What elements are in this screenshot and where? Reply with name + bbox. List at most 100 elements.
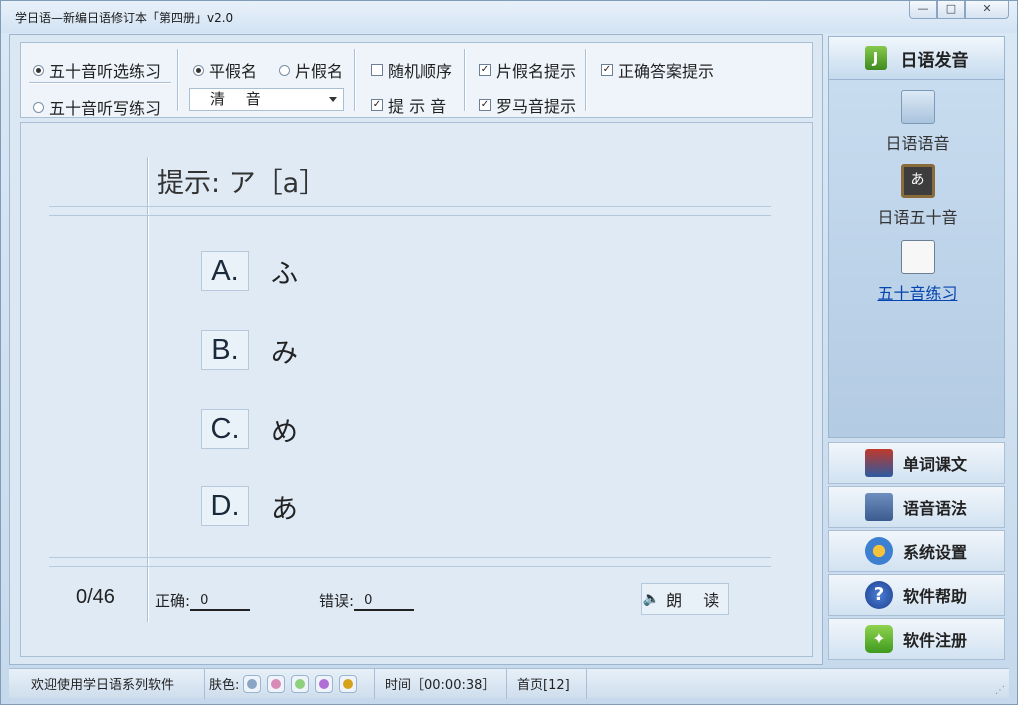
divider: [49, 557, 771, 567]
options-toolbar: 五十音听选练习 五十音听写练习 平假名 片假名 清 音 随机顺序 ✓ 提 示 音…: [20, 42, 813, 118]
divider: [585, 49, 587, 111]
status-bar: 欢迎使用学日语系列软件 肤色: 时间［00:00:38］ 首页[12] ⋰: [9, 668, 1009, 699]
checkbox-checked-icon: ✓: [479, 64, 491, 76]
vocab-lessons-label: 单词课文: [903, 455, 968, 474]
register-label: 软件注册: [903, 631, 968, 650]
hint-sound-checkbox[interactable]: ✓ 提 示 音: [371, 93, 446, 117]
settings-button[interactable]: 系统设置: [828, 530, 1005, 572]
romaji-hint-label: 罗马音提示: [496, 97, 577, 116]
sidebar-item-label: 日语语音: [885, 134, 950, 153]
wrong-stat: 错误: 0: [319, 590, 415, 611]
books-icon: [865, 449, 893, 477]
read-aloud-label: 朗 读: [666, 591, 728, 610]
choice-b-button[interactable]: B.: [201, 330, 249, 370]
sound-type-value: 清 音: [210, 90, 269, 108]
hint-sound-label: 提 示 音: [388, 97, 447, 116]
hiragana-radio[interactable]: 平假名: [193, 58, 257, 82]
choice-c-button[interactable]: C.: [201, 409, 249, 449]
progress-counter: 0/46: [76, 586, 115, 608]
blackboard-icon: あ: [900, 164, 935, 198]
wrong-label: 错误:: [319, 592, 355, 610]
skin-swatch-blue[interactable]: [243, 674, 262, 693]
random-order-checkbox[interactable]: 随机顺序: [371, 58, 452, 82]
choice-b[interactable]: B. み: [201, 330, 298, 370]
settings-label: 系统设置: [903, 543, 968, 562]
checkbox-icon: [371, 64, 383, 76]
sidebar-item-pronunciation[interactable]: 日语语音: [829, 90, 1006, 154]
radio-selected-icon: [33, 64, 44, 76]
title-bar: 学日语—新编日语修订本「第四册」v2.0 — □ ✕: [1, 1, 1017, 33]
maximize-button[interactable]: □: [937, 1, 965, 19]
skin-swatch-orange[interactable]: [339, 674, 358, 693]
time-display: 时间［00:00:38］: [375, 668, 507, 699]
radio-icon: [33, 101, 44, 113]
choice-d[interactable]: D. あ: [201, 486, 298, 526]
notebook-icon: [900, 90, 935, 124]
main-panel: 五十音听选练习 五十音听写练习 平假名 片假名 清 音 随机顺序 ✓ 提 示 音…: [9, 34, 823, 665]
radio-icon: [279, 64, 290, 76]
sidebar-item-gojuon[interactable]: あ 日语五十音: [829, 164, 1006, 228]
read-aloud-button[interactable]: 🔈 朗 读: [641, 583, 729, 615]
choice-c-kana: め: [271, 416, 298, 448]
correct-stat: 正确: 0: [155, 590, 251, 611]
answer-hint-checkbox[interactable]: ✓ 正确答案提示: [601, 58, 714, 82]
choice-a-kana: ふ: [271, 258, 298, 290]
app-window: 学日语—新编日语修订本「第四册」v2.0 — □ ✕ 五十音听选练习 五十音听写…: [0, 0, 1018, 705]
radio-selected-icon: [193, 64, 204, 76]
help-button[interactable]: ? 软件帮助: [828, 574, 1005, 616]
japanese-book-icon: J: [864, 46, 887, 70]
choice-b-kana: み: [271, 337, 298, 369]
welcome-text: 欢迎使用学日语系列软件: [9, 668, 205, 699]
audio-book-icon: [865, 493, 893, 521]
divider: [29, 82, 171, 84]
katakana-hint-checkbox[interactable]: ✓ 片假名提示: [479, 58, 576, 82]
vocab-lessons-button[interactable]: 单词课文: [828, 442, 1005, 484]
mode-write-label: 五十音听写练习: [49, 99, 162, 118]
katakana-hint-label: 片假名提示: [496, 62, 577, 81]
resize-grip-icon[interactable]: ⋰: [995, 685, 1005, 696]
speaker-icon: 🔈: [642, 591, 661, 607]
choice-d-button[interactable]: D.: [201, 486, 249, 526]
mode-choice-radio[interactable]: 五十音听选练习: [33, 58, 161, 82]
correct-value: 0: [190, 593, 251, 611]
skin-label: 肤色:: [209, 678, 240, 693]
skin-selector: 肤色:: [205, 668, 375, 699]
skin-swatch-purple[interactable]: [315, 674, 334, 693]
help-label: 软件帮助: [903, 587, 968, 606]
checkbox-checked-icon: ✓: [371, 99, 383, 111]
sidebar-item-label[interactable]: 五十音练习: [829, 280, 1006, 304]
sidebar-item-label: 日语五十音: [877, 208, 958, 227]
choice-d-kana: あ: [271, 493, 298, 525]
hiragana-label: 平假名: [209, 62, 258, 81]
gears-icon: [865, 537, 893, 565]
skin-swatch-green[interactable]: [291, 674, 310, 693]
katakana-radio[interactable]: 片假名: [279, 58, 343, 82]
register-icon: ✦: [865, 625, 893, 653]
mode-choice-label: 五十音听选练习: [49, 62, 162, 81]
romaji-hint-checkbox[interactable]: ✓ 罗马音提示: [479, 93, 576, 117]
close-button[interactable]: ✕: [965, 1, 1009, 19]
register-button[interactable]: ✦ 软件注册: [828, 618, 1005, 660]
correct-label: 正确:: [155, 592, 191, 610]
grammar-button[interactable]: 语音语法: [828, 486, 1005, 528]
window-controls: — □ ✕: [909, 1, 1009, 19]
chevron-down-icon: [329, 97, 337, 102]
page-indicator: 首页[12]: [507, 668, 587, 699]
sidebar-header[interactable]: J 日语发音: [828, 36, 1005, 80]
checkbox-checked-icon: ✓: [479, 99, 491, 111]
choice-a[interactable]: A. ふ: [201, 251, 298, 291]
help-icon: ?: [865, 581, 893, 609]
minimize-button[interactable]: —: [909, 1, 937, 19]
choice-c[interactable]: C. め: [201, 409, 298, 449]
checkbox-checked-icon: ✓: [601, 64, 613, 76]
divider: [147, 157, 149, 622]
sidebar-item-gojuon-practice[interactable]: 五十音练习: [829, 240, 1006, 304]
sidebar-panel: 日语语音 あ 日语五十音 五十音练习: [828, 80, 1005, 438]
sound-type-select[interactable]: 清 音: [189, 88, 344, 111]
katakana-label: 片假名: [295, 62, 344, 81]
skin-swatch-pink[interactable]: [267, 674, 286, 693]
wrong-value: 0: [354, 593, 415, 611]
choice-a-button[interactable]: A.: [201, 251, 249, 291]
answer-hint-label: 正确答案提示: [618, 62, 715, 81]
mode-write-radio[interactable]: 五十音听写练习: [33, 95, 161, 119]
